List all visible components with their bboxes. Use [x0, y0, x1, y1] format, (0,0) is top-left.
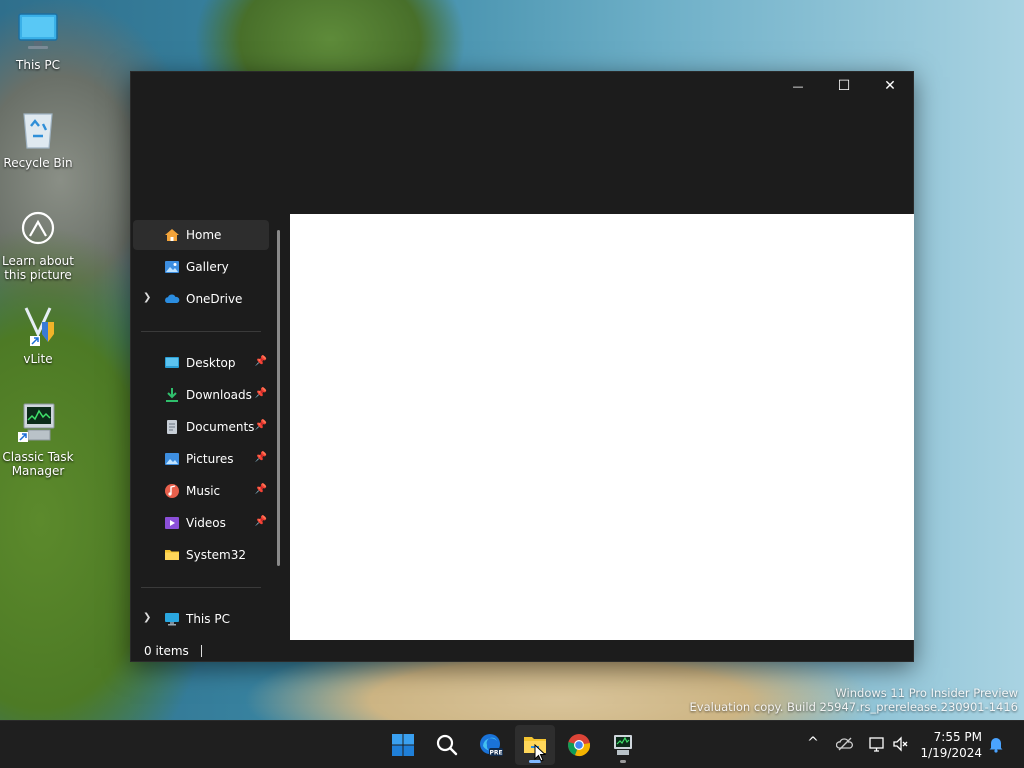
nav-label-onedrive: OneDrive: [186, 292, 243, 306]
minimize-button[interactable]: —: [775, 72, 821, 100]
vlite-icon: [16, 304, 60, 348]
document-icon: [167, 420, 177, 434]
monitor-icon: [16, 10, 60, 54]
nav-label-desktop: Desktop: [186, 356, 236, 370]
folder-icon: [165, 550, 179, 560]
file-list-area[interactable]: [290, 214, 914, 640]
chrome-button[interactable]: [559, 725, 599, 765]
nav-item-system32[interactable]: System32: [133, 540, 269, 570]
pin-icon: 📌: [254, 420, 267, 431]
desktop-icon-label: Classic Task Manager: [2, 450, 74, 478]
nav-item-home[interactable]: Home: [133, 220, 269, 250]
start-button[interactable]: [383, 725, 423, 765]
onedrive-tray-icon[interactable]: [835, 735, 854, 753]
pin-icon: 📌: [254, 516, 267, 527]
nav-item-this-pc[interactable]: ❯ This PC: [133, 604, 269, 634]
navigation-scrollbar[interactable]: [277, 230, 280, 566]
gallery-icon: [165, 261, 179, 273]
status-bar: 0 items: [131, 640, 913, 662]
search-button[interactable]: [427, 725, 467, 765]
pictures-icon: [165, 453, 179, 465]
mouse-cursor-icon: [534, 744, 546, 762]
maximize-icon: ☐: [837, 78, 851, 94]
desktop-icon-classic-task-manager[interactable]: Classic Task Manager: [0, 402, 76, 478]
nav-item-videos[interactable]: Videos 📌: [133, 508, 269, 538]
task-manager-button[interactable]: [603, 725, 643, 765]
download-icon: [166, 388, 178, 402]
music-icon: [165, 484, 179, 498]
chevron-right-icon[interactable]: ❯: [143, 292, 151, 303]
chrome-icon: [568, 734, 590, 757]
desktop-icon-this-pc[interactable]: This PC: [0, 10, 76, 72]
notification-bell-icon[interactable]: [987, 735, 1005, 753]
this-pc-icon: [165, 613, 179, 626]
nav-item-onedrive[interactable]: ❯ OneDrive: [133, 284, 269, 314]
nav-item-music[interactable]: Music 📌: [133, 476, 269, 506]
navigation-pane: Home Gallery ❯ OneDrive Desktop 📌 Downlo…: [131, 214, 289, 639]
desktop-icon-label: This PC: [16, 58, 60, 72]
watermark-line-1: Windows 11 Pro Insider Preview: [835, 686, 1018, 700]
nav-label-videos: Videos: [186, 516, 226, 530]
nav-label-this-pc: This PC: [186, 612, 230, 626]
nav-label-home: Home: [186, 228, 222, 242]
desktop-icon-vlite[interactable]: vLite: [0, 304, 76, 366]
home-icon: [165, 229, 179, 241]
nav-separator: [141, 587, 261, 588]
task-manager-icon: [16, 402, 60, 446]
onedrive-cloud-icon: [165, 294, 180, 303]
clock-date: 1/19/2024: [920, 746, 982, 760]
system-clock[interactable]: 7:55 PM 1/19/2024: [920, 729, 982, 761]
pin-icon: 📌: [254, 452, 267, 463]
status-divider: [200, 645, 202, 657]
clock-time: 7:55 PM: [933, 730, 982, 744]
start-icon: [392, 734, 414, 756]
desktop-icon-label: vLite: [23, 352, 53, 366]
nav-separator: [141, 331, 261, 332]
file-explorer-window[interactable]: — ☐ ✕ Home Gallery ❯ OneDrive Desktop 📌 …: [130, 71, 914, 662]
watermark-line-2: Evaluation copy. Build 25947.rs_prerelea…: [689, 700, 1018, 714]
nav-item-downloads[interactable]: Downloads 📌: [133, 380, 269, 410]
chevron-right-icon[interactable]: ❯: [143, 612, 151, 623]
desktop-icon-learn-picture[interactable]: Learn about this picture: [0, 206, 76, 282]
edge-preview-icon: PRE: [480, 734, 503, 757]
svg-text:PRE: PRE: [489, 750, 502, 757]
nav-item-documents[interactable]: Documents 📌: [133, 412, 269, 442]
minimize-icon: —: [792, 79, 804, 93]
nav-label-documents: Documents: [186, 420, 255, 434]
volume-muted-icon[interactable]: [892, 735, 910, 753]
task-manager-icon: [614, 735, 632, 755]
nav-item-desktop[interactable]: Desktop 📌: [133, 348, 269, 378]
videos-icon: [165, 517, 179, 529]
nav-label-music: Music: [186, 484, 221, 498]
running-app-indicator: [620, 760, 626, 763]
nav-item-pictures[interactable]: Pictures 📌: [133, 444, 269, 474]
item-count: 0 items: [144, 644, 189, 658]
nav-item-gallery[interactable]: Gallery: [133, 252, 269, 282]
pin-icon: 📌: [254, 484, 267, 495]
taskbar: PRE ^ 7:55 PM 1/19/2024: [0, 720, 1024, 768]
desktop-icon-label: Learn about this picture: [2, 254, 74, 282]
pin-icon: 📌: [254, 356, 267, 367]
close-button[interactable]: ✕: [867, 72, 913, 100]
edge-preview-button[interactable]: PRE: [471, 725, 511, 765]
show-hidden-icons-chevron-up-icon[interactable]: ^: [804, 735, 822, 753]
close-icon: ✕: [884, 78, 896, 94]
windows-watermark: Windows 11 Pro Insider Preview Evaluatio…: [690, 686, 1018, 714]
desktop-icon-label: Recycle Bin: [3, 156, 73, 170]
nav-label-downloads: Downloads: [186, 388, 252, 402]
nav-label-pictures: Pictures: [186, 452, 234, 466]
camera-info-icon: [16, 206, 60, 250]
nav-label-gallery: Gallery: [186, 260, 229, 274]
maximize-button[interactable]: ☐: [821, 72, 867, 100]
nav-label-system32: System32: [186, 548, 247, 562]
desktop-folder-icon: [165, 357, 179, 368]
caption-buttons: — ☐ ✕: [775, 72, 913, 100]
network-icon[interactable]: [868, 735, 886, 753]
recycle-bin-icon: [16, 108, 60, 152]
search-icon: [436, 734, 458, 756]
desktop-icon-recycle-bin[interactable]: Recycle Bin: [0, 108, 76, 170]
pin-icon: 📌: [254, 388, 267, 399]
